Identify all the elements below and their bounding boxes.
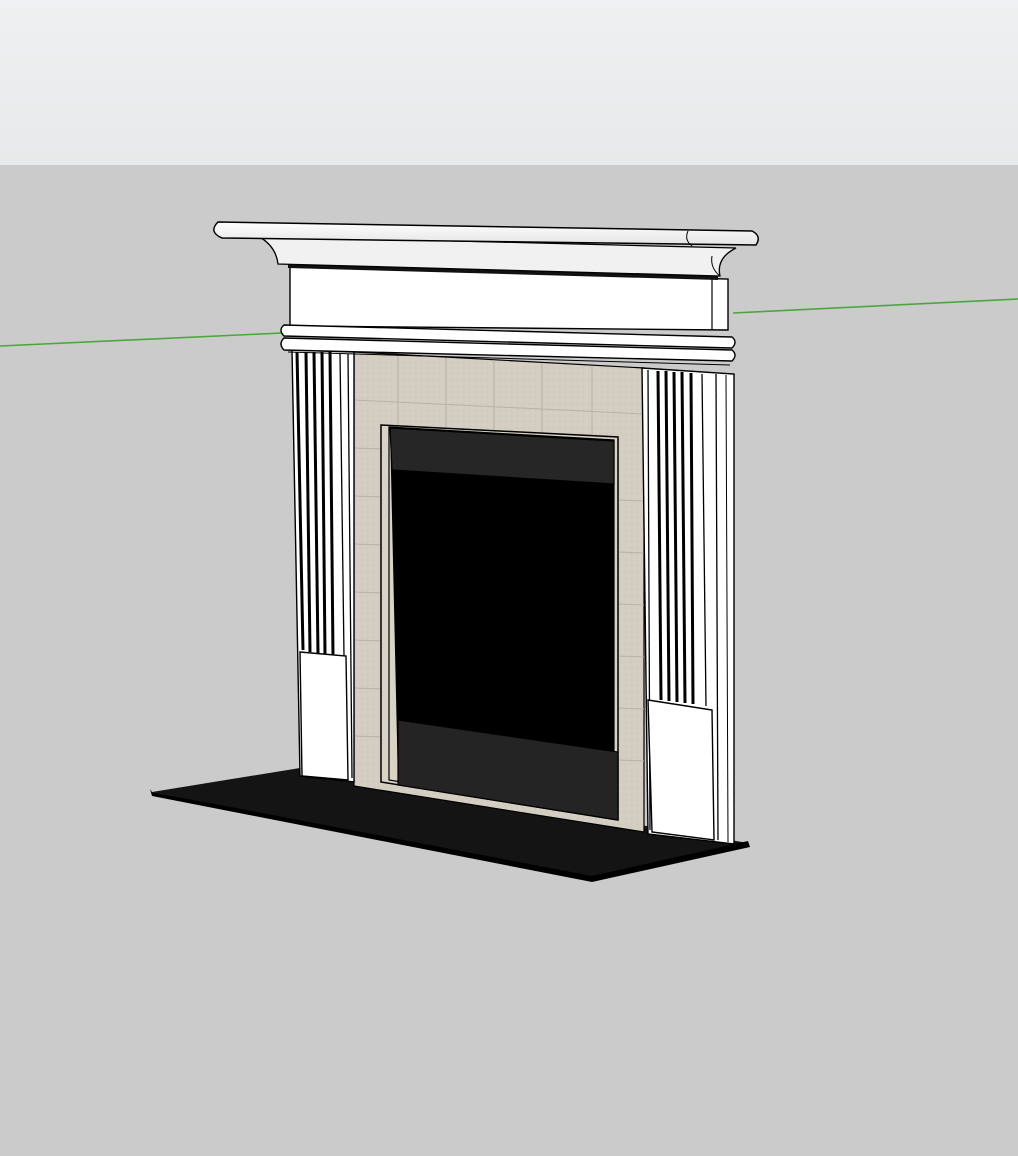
right-plinth-block <box>647 699 715 841</box>
right-pilaster[interactable] <box>641 367 735 845</box>
firebox-insert[interactable] <box>389 427 619 821</box>
left-pilaster[interactable] <box>291 349 355 783</box>
left-plinth-block <box>299 651 349 781</box>
model-viewport[interactable] <box>0 0 1018 1156</box>
